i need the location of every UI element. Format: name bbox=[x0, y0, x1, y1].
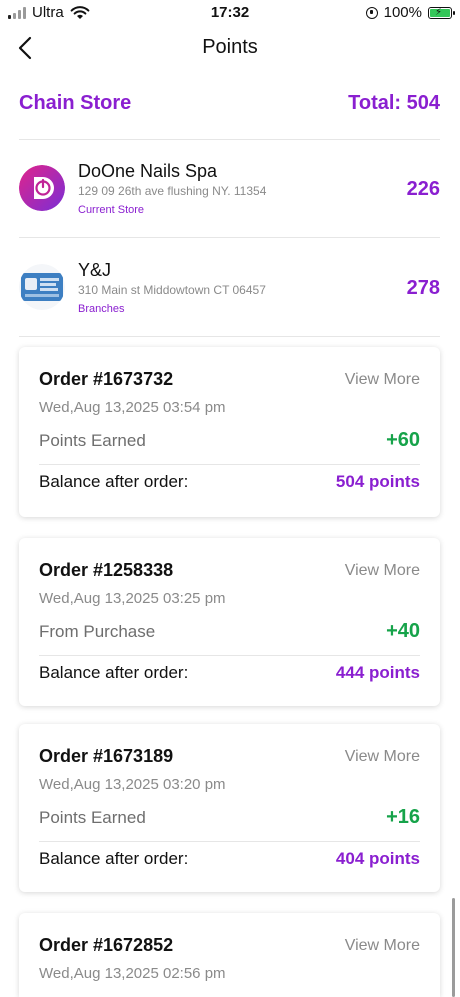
points-delta: +16 bbox=[386, 806, 420, 828]
scroll-indicator[interactable] bbox=[452, 898, 455, 997]
orientation-lock-icon bbox=[365, 6, 378, 19]
order-date: Wed,Aug 13,2025 03:25 pm bbox=[39, 590, 226, 607]
store-name: DoOne Nails Spa bbox=[78, 161, 218, 181]
view-more-link[interactable]: View More bbox=[345, 748, 420, 766]
order-number: Order #1672852 bbox=[39, 935, 174, 955]
balance-value: 444 points bbox=[335, 663, 420, 682]
view-more-link[interactable]: View More bbox=[345, 371, 420, 389]
divider bbox=[39, 841, 420, 842]
page-title: Points bbox=[202, 36, 258, 58]
store-points: 226 bbox=[406, 178, 440, 200]
store-item[interactable]: Y&J 310 Main st Middowtown CT 06457 Bran… bbox=[19, 238, 440, 336]
order-number: Order #1673732 bbox=[39, 369, 174, 389]
points-label: Points Earned bbox=[39, 431, 146, 450]
status-bar: Ultra 17:32 100% ⚡ bbox=[0, 0, 460, 26]
order-number: Order #1258338 bbox=[39, 560, 174, 580]
divider bbox=[19, 336, 440, 337]
store-logo bbox=[19, 264, 65, 310]
chain-total: Total: 504 bbox=[348, 92, 440, 114]
view-more-link[interactable]: View More bbox=[345, 562, 420, 580]
balance-label: Balance after order: bbox=[39, 663, 189, 682]
points-delta: +40 bbox=[386, 620, 420, 642]
store-logo bbox=[19, 165, 65, 211]
store-tag: Current Store bbox=[78, 204, 145, 216]
order-card: Order #1673732 View More Wed,Aug 13,2025… bbox=[19, 347, 440, 517]
points-label: Points Earned bbox=[39, 808, 146, 827]
store-points: 278 bbox=[406, 277, 440, 299]
order-date: Wed,Aug 13,2025 02:56 pm bbox=[39, 965, 226, 982]
chain-summary: Chain Store Total: 504 bbox=[19, 92, 440, 120]
store-address: 310 Main st Middowtown CT 06457 bbox=[78, 283, 266, 297]
order-date: Wed,Aug 13,2025 03:54 pm bbox=[39, 399, 226, 416]
order-date: Wed,Aug 13,2025 03:20 pm bbox=[39, 776, 226, 793]
order-card: Order #1673189 View More Wed,Aug 13,2025… bbox=[19, 724, 440, 892]
store-name: Y&J bbox=[78, 260, 112, 280]
store-item[interactable]: DoOne Nails Spa 129 09 26th ave flushing… bbox=[19, 140, 440, 238]
balance-label: Balance after order: bbox=[39, 849, 189, 868]
order-card: Order #1258338 View More Wed,Aug 13,2025… bbox=[19, 538, 440, 706]
order-card: Order #1672852 View More Wed,Aug 13,2025… bbox=[19, 913, 440, 997]
store-tag: Branches bbox=[78, 303, 125, 315]
nav-header: Points bbox=[0, 28, 460, 68]
view-more-link[interactable]: View More bbox=[345, 937, 420, 955]
order-number: Order #1673189 bbox=[39, 746, 174, 766]
balance-value: 504 points bbox=[335, 472, 420, 491]
divider bbox=[39, 655, 420, 656]
balance-value: 404 points bbox=[335, 849, 420, 868]
divider bbox=[39, 464, 420, 465]
points-label: From Purchase bbox=[39, 622, 156, 641]
battery-percent: 100% bbox=[383, 4, 422, 21]
points-delta: +60 bbox=[386, 429, 420, 451]
balance-label: Balance after order: bbox=[39, 472, 189, 491]
chain-title: Chain Store bbox=[19, 92, 132, 114]
status-right: 100% ⚡ bbox=[365, 4, 455, 21]
battery-icon: ⚡ bbox=[428, 6, 455, 19]
store-address: 129 09 26th ave flushing NY. 11354 bbox=[78, 184, 267, 198]
